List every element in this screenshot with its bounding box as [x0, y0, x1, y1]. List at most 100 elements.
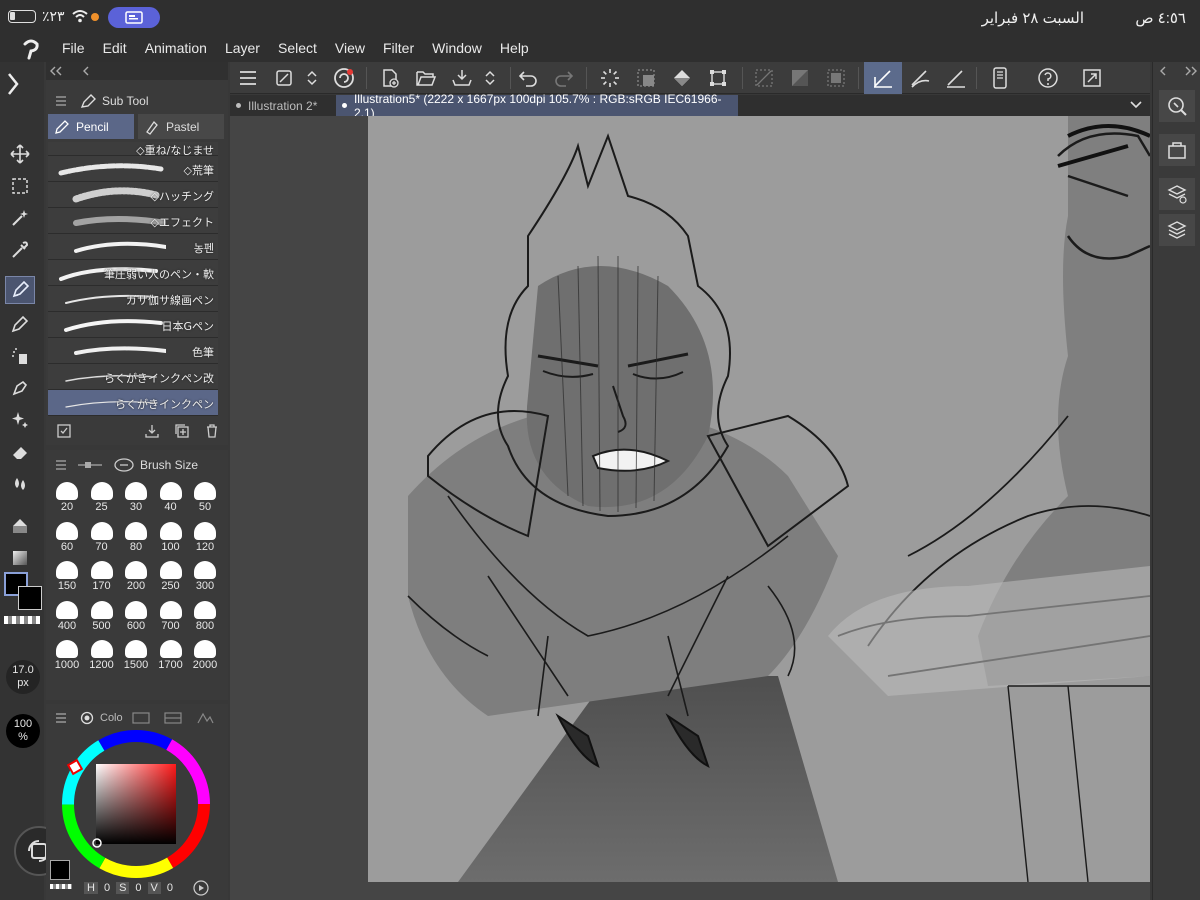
brush-size-preset[interactable]: 250	[154, 559, 188, 593]
double-chevron-right-icon[interactable]	[1185, 66, 1197, 76]
brush-size-indicator[interactable]: 17.0 px	[6, 660, 40, 694]
material-panel-button[interactable]	[1159, 134, 1195, 166]
brush-size-preset[interactable]: 2000	[188, 638, 222, 672]
panel-menu-icon[interactable]	[56, 460, 66, 470]
tab-illustration-5[interactable]: Illustration5* (2222 x 1667px 100dpi 105…	[336, 92, 738, 120]
new-canvas-button[interactable]	[374, 62, 406, 94]
brush-size-preset[interactable]: 30	[119, 480, 153, 514]
companion-mode-button[interactable]	[1032, 62, 1064, 94]
decoration-tool-button[interactable]	[5, 406, 35, 434]
trash-icon[interactable]	[204, 423, 220, 439]
blend-tool-button[interactable]	[5, 470, 35, 498]
snap-special-ruler-button[interactable]	[904, 62, 936, 94]
tab-illustration-2[interactable]: Illustration 2*	[230, 95, 334, 116]
clear-selection-button[interactable]	[784, 62, 816, 94]
brush-row[interactable]: 농펜	[48, 234, 218, 260]
brush-row[interactable]: ◇エフェクト	[48, 208, 218, 234]
tool-property-icon[interactable]	[56, 423, 72, 439]
crop-button[interactable]	[820, 62, 852, 94]
edge-keyboard-toggle-button[interactable]	[984, 62, 1016, 94]
brush-size-preset[interactable]: 70	[85, 520, 119, 554]
drawing-canvas[interactable]	[368, 116, 1150, 882]
slider-settings-icon[interactable]	[76, 458, 104, 472]
move-tool-button[interactable]	[5, 140, 35, 168]
brush-row[interactable]: ガサ伽サ線画ペン	[48, 286, 218, 312]
snap-grid-button[interactable]	[940, 62, 972, 94]
menu-help[interactable]: Help	[500, 40, 529, 56]
menu-layer[interactable]: Layer	[225, 40, 260, 56]
play-icon[interactable]	[193, 880, 209, 896]
fill-tool-button[interactable]	[5, 512, 35, 540]
menu-window[interactable]: Window	[432, 40, 482, 56]
transform-button[interactable]	[702, 62, 734, 94]
chevron-left-icon[interactable]	[82, 66, 90, 76]
brush-row[interactable]: ◇重ね/なじませ	[48, 142, 218, 157]
pencil-tool-button[interactable]	[5, 310, 35, 338]
hide-outside-button[interactable]	[748, 62, 780, 94]
brush-size-preset[interactable]: 170	[85, 559, 119, 593]
brush-row-selected[interactable]: らくがきインクペン	[48, 390, 218, 416]
brush-size-preset[interactable]: 1200	[85, 638, 119, 672]
screen-mirroring-badge[interactable]	[108, 7, 160, 28]
brush-size-preset[interactable]: 400	[50, 599, 84, 633]
download-tool-icon[interactable]	[144, 423, 160, 439]
brush-row[interactable]: 日本Gペン	[48, 312, 218, 338]
approximate-color-tab-icon[interactable]	[195, 711, 215, 725]
gradient-tool-button[interactable]	[5, 544, 35, 572]
quick-access-button[interactable]	[268, 62, 300, 94]
chevron-left-icon[interactable]	[1159, 66, 1167, 76]
menu-animation[interactable]: Animation	[145, 40, 207, 56]
fullscreen-button[interactable]	[1076, 62, 1108, 94]
menu-file[interactable]: File	[62, 40, 85, 56]
redo-button[interactable]	[548, 62, 580, 94]
brush-size-preset[interactable]: 300	[188, 559, 222, 593]
menu-filter[interactable]: Filter	[383, 40, 414, 56]
save-options-button[interactable]	[476, 62, 504, 94]
auto-select-tool-button[interactable]	[5, 204, 35, 232]
menu-view[interactable]: View	[335, 40, 365, 56]
brush-size-preset[interactable]: 80	[119, 520, 153, 554]
canvas-area[interactable]	[230, 116, 1150, 900]
navigator-panel-button[interactable]	[1159, 90, 1195, 122]
double-chevron-left-icon[interactable]	[50, 66, 62, 76]
color-wheel[interactable]	[58, 726, 214, 882]
transparent-color-swatch[interactable]	[4, 616, 40, 624]
brush-size-preset[interactable]: 60	[50, 520, 84, 554]
brush-row[interactable]: 色筆	[48, 338, 218, 364]
brush-size-preset[interactable]: 1700	[154, 638, 188, 672]
brush-size-preset[interactable]: 50	[188, 480, 222, 514]
panel-menu-icon[interactable]	[56, 96, 66, 106]
brush-size-preset[interactable]: 1000	[50, 638, 84, 672]
brush-row[interactable]: ◇荒筆	[48, 156, 218, 182]
clip-studio-logo-icon[interactable]	[20, 38, 42, 60]
deselect-button[interactable]	[594, 62, 626, 94]
menu-select[interactable]: Select	[278, 40, 317, 56]
color-wheel-tab-icon[interactable]	[80, 711, 94, 725]
brush-size-preset[interactable]: 25	[85, 480, 119, 514]
brush-size-preset[interactable]: 200	[119, 559, 153, 593]
brush-row[interactable]: らくがきインクペン改	[48, 364, 218, 390]
scroll-toggle-button[interactable]	[298, 62, 326, 94]
menu-button[interactable]	[232, 62, 264, 94]
intermediate-color-tab-icon[interactable]	[163, 711, 183, 725]
tab-pencil[interactable]: Pencil	[48, 114, 134, 139]
pen-tool-button[interactable]	[5, 276, 35, 304]
brush-size-preset[interactable]: 700	[154, 599, 188, 633]
brush-row[interactable]: ◇ハッチング	[48, 182, 218, 208]
airbrush-tool-button[interactable]	[5, 342, 35, 370]
undo-button[interactable]	[512, 62, 544, 94]
brush-size-preset[interactable]: 800	[188, 599, 222, 633]
eyedropper-tool-button[interactable]	[5, 236, 35, 264]
sub-color-swatch[interactable]	[18, 586, 42, 610]
brush-size-preset[interactable]: 20	[50, 480, 84, 514]
snap-ruler-button[interactable]	[864, 62, 902, 94]
transparent-swatch[interactable]	[50, 884, 72, 889]
selection-tool-button[interactable]	[5, 172, 35, 200]
vector-pen-tool-button[interactable]	[5, 374, 35, 402]
chevron-down-icon[interactable]	[1128, 97, 1144, 113]
brush-size-preset[interactable]: 120	[188, 520, 222, 554]
brush-size-preset[interactable]: 500	[85, 599, 119, 633]
panel-collapse-chevron-icon[interactable]	[6, 72, 20, 96]
duplicate-tool-icon[interactable]	[174, 423, 190, 439]
brush-row[interactable]: 筆圧弱い人のペン・軟	[48, 260, 218, 286]
